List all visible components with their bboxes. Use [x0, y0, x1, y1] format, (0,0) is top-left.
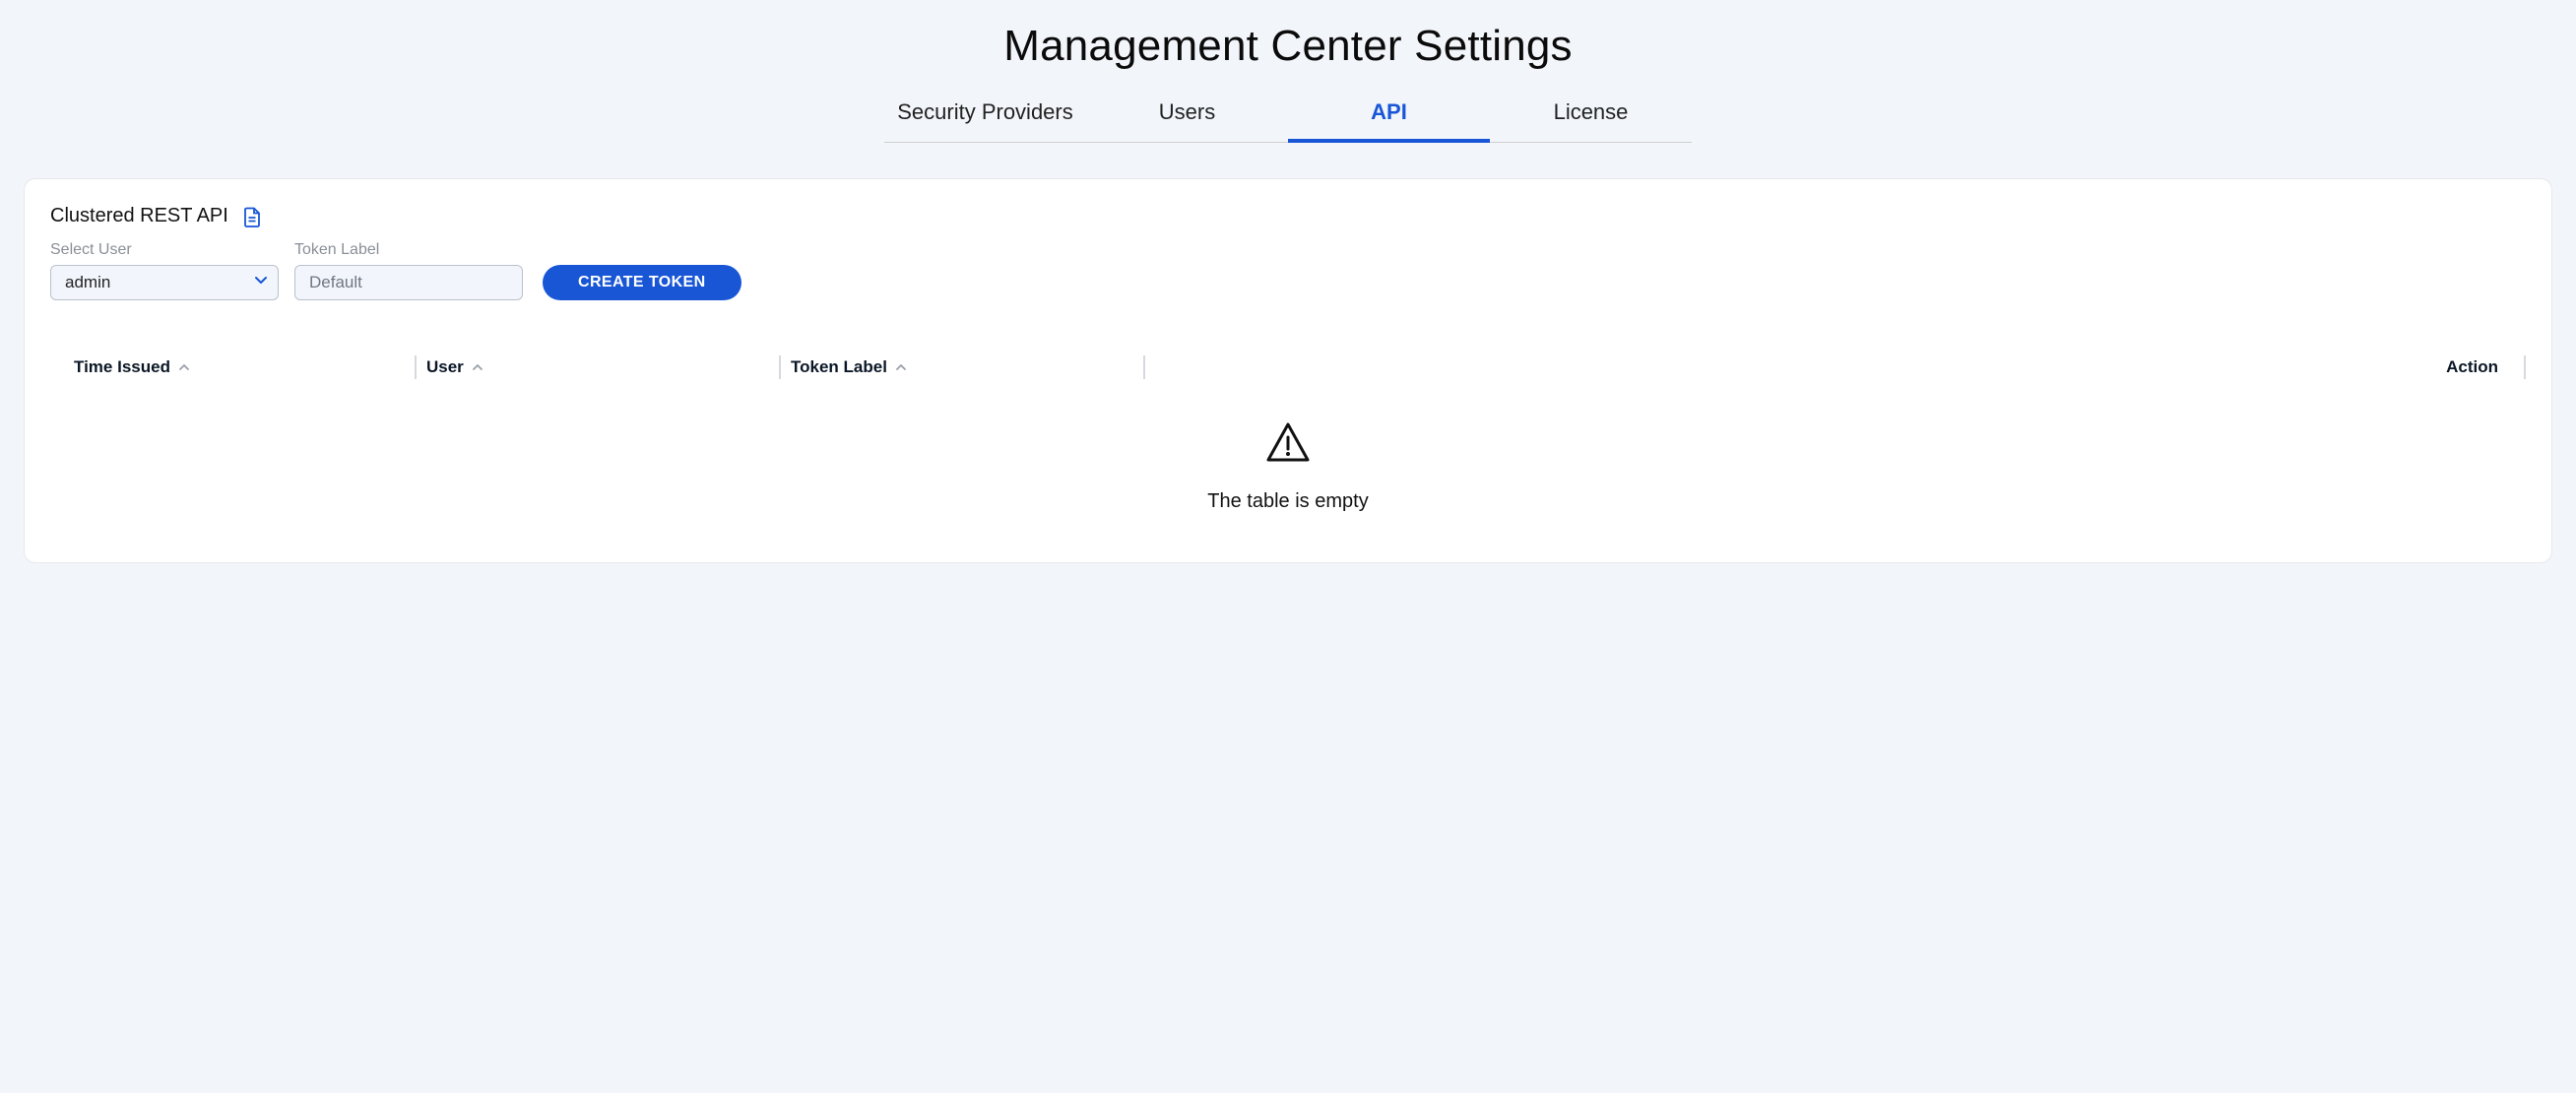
create-token-button[interactable]: CREATE TOKEN	[543, 265, 741, 300]
column-token-label[interactable]: Token Label	[779, 352, 1143, 383]
settings-tabs: Security Providers Users API License	[884, 98, 1692, 143]
column-user-label: User	[426, 357, 464, 377]
column-time-issued[interactable]: Time Issued	[50, 352, 415, 383]
document-icon[interactable]	[242, 206, 262, 227]
column-token-label-label: Token Label	[791, 357, 887, 377]
page-title: Management Center Settings	[0, 22, 2576, 71]
tokens-table: Time Issued User Token Label	[25, 324, 2551, 523]
column-time-issued-label: Time Issued	[74, 357, 170, 377]
warning-icon	[1264, 420, 1312, 469]
table-empty-state: The table is empty	[50, 383, 2526, 523]
tab-api[interactable]: API	[1288, 99, 1490, 143]
select-user-label: Select User	[50, 241, 279, 259]
column-action-label: Action	[2446, 357, 2498, 377]
tab-license[interactable]: License	[1490, 99, 1692, 143]
section-title: Clustered REST API	[50, 205, 228, 227]
select-user-dropdown[interactable]: admin	[50, 265, 279, 300]
tab-users[interactable]: Users	[1086, 99, 1288, 143]
column-action: Action	[1143, 352, 2526, 383]
sort-ascending-icon	[895, 361, 907, 373]
table-empty-message: The table is empty	[1207, 490, 1368, 513]
token-label-label: Token Label	[294, 241, 523, 259]
sort-ascending-icon	[178, 361, 190, 373]
token-label-input[interactable]	[294, 265, 523, 300]
column-user[interactable]: User	[415, 352, 779, 383]
table-header-row: Time Issued User Token Label	[50, 352, 2526, 383]
sort-ascending-icon	[472, 361, 483, 373]
api-settings-panel: Clustered REST API Select User admin	[24, 178, 2552, 563]
tab-security-providers[interactable]: Security Providers	[884, 99, 1086, 143]
select-user-value: admin	[50, 265, 279, 300]
